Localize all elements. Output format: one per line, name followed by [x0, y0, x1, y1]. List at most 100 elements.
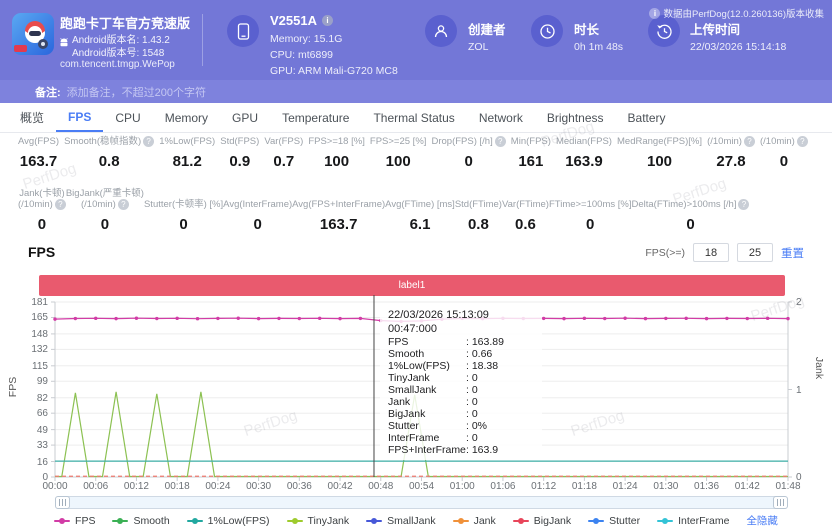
stat-value: 163.7: [320, 216, 358, 233]
y-tick-label: 115: [16, 361, 48, 372]
hide-all-link[interactable]: 全隐藏: [746, 513, 778, 528]
help-icon[interactable]: ?: [797, 136, 808, 147]
stat-label: Min(FPS): [511, 136, 551, 147]
device-memory: Memory: 15.1G: [270, 33, 342, 45]
tab-temperature[interactable]: Temperature: [270, 103, 361, 132]
x-tick-label: 00:12: [124, 481, 149, 492]
app-name: 跑跑卡丁车官方竞速版: [60, 13, 190, 32]
fps-filter-label: FPS(>=): [645, 247, 685, 259]
help-icon[interactable]: ?: [738, 199, 749, 210]
tab-概览[interactable]: 概览: [8, 103, 56, 132]
tab-gpu[interactable]: GPU: [220, 103, 270, 132]
chart-label-bar[interactable]: label1: [39, 275, 785, 296]
device-gpu: GPU: ARM Mali-G720 MC8: [270, 65, 398, 77]
x-tick-label: 00:06: [83, 481, 108, 492]
chart-scrollbar[interactable]: [55, 496, 788, 509]
legend-item-smalljank[interactable]: SmallJank: [366, 515, 435, 527]
x-tick-label: 00:48: [368, 481, 393, 492]
stat-item: MedRange(FPS)[%]100: [617, 136, 702, 170]
legend-marker: [453, 517, 469, 525]
x-tick-label: 00:00: [42, 481, 67, 492]
stat-value: 27.8: [716, 153, 745, 170]
legend-item-smooth[interactable]: Smooth: [112, 515, 169, 527]
y-tick-label: 148: [16, 329, 48, 340]
stat-item: Avg(FPS+InterFrame) 163.7: [292, 188, 385, 233]
scrollbar-left-handle[interactable]: [55, 496, 70, 509]
note-bar[interactable]: 备注: 添加备注，不超过200个字符: [0, 80, 832, 103]
legend-label: Jank: [474, 515, 496, 527]
stat-label: Avg(InterFrame): [223, 199, 292, 210]
stat-item: Var(FPS)0.7: [264, 136, 303, 170]
y-tick-label: 132: [16, 344, 48, 355]
legend-item-jank[interactable]: Jank: [453, 515, 496, 527]
device-info-icon[interactable]: i: [322, 15, 333, 26]
tab-fps[interactable]: FPS: [56, 103, 103, 132]
tab-network[interactable]: Network: [467, 103, 535, 132]
stat-label: (/10min): [707, 136, 742, 147]
stats-row-1: Avg(FPS)163.7Smooth(稳帧指数)?0.81%Low(FPS)8…: [0, 136, 832, 170]
y-tick-label: 165: [16, 312, 48, 323]
stat-item: BigJank(严重卡顿)(/10min)?0: [66, 188, 144, 233]
upload-time-value: 22/03/2026 15:14:18: [690, 41, 786, 53]
fps-threshold-input-2[interactable]: [737, 243, 773, 262]
legend-marker: [657, 517, 673, 525]
help-icon[interactable]: ?: [744, 136, 755, 147]
stat-value: 0: [179, 216, 187, 233]
duration-value: 0h 1m 48s: [574, 41, 623, 53]
legend-marker: [588, 517, 604, 525]
tab-thermal-status[interactable]: Thermal Status: [361, 103, 466, 132]
stat-label: Std(FTime): [455, 199, 502, 210]
fps-filter-controls: FPS(>=) 重置: [645, 243, 804, 262]
creator-icon: [425, 15, 457, 47]
y-tick-label: 33: [16, 440, 48, 451]
stat-label: Delta(FTime)>100ms [/h]: [632, 199, 737, 210]
scrollbar-right-handle[interactable]: [773, 496, 788, 509]
stat-item: Std(FTime) 0.8: [455, 188, 502, 233]
stat-value: 0: [780, 153, 788, 170]
y-tick-label: 181: [16, 297, 48, 308]
stat-item: Std(FPS)0.9: [220, 136, 259, 170]
help-icon[interactable]: ?: [143, 136, 154, 147]
stat-value: 0.8: [468, 216, 489, 233]
stat-label: Avg(FPS+InterFrame): [292, 199, 385, 210]
x-tick-label: 00:30: [246, 481, 271, 492]
app-package: com.tencent.tmgp.WePop: [60, 59, 175, 70]
reset-button[interactable]: 重置: [781, 245, 804, 261]
stat-value: 163.7: [20, 153, 58, 170]
legend-item-fps[interactable]: FPS: [54, 515, 95, 527]
y-tick-label: 82: [16, 393, 48, 404]
legend-marker: [287, 517, 303, 525]
stat-label: FPS>=25 [%]: [370, 136, 427, 147]
tab-brightness[interactable]: Brightness: [535, 103, 616, 132]
help-icon[interactable]: ?: [118, 199, 129, 210]
legend-marker: [513, 517, 529, 525]
stats-row-2: Jank(卡顿)(/10min)?0BigJank(严重卡顿)(/10min)?…: [0, 188, 832, 233]
stat-value: 100: [386, 153, 411, 170]
x-tick-label: 00:54: [409, 481, 434, 492]
legend-item-tinyjank[interactable]: TinyJank: [287, 515, 350, 527]
legend-item-interframe[interactable]: InterFrame: [657, 515, 729, 527]
legend-marker: [112, 517, 128, 525]
stat-item: FTime>=100ms [%]0: [549, 188, 632, 233]
stat-label: (/10min): [18, 199, 53, 210]
legend-item-bigjank[interactable]: BigJank: [513, 515, 571, 527]
stat-item: Jank(卡顿)(/10min)?0: [18, 188, 66, 233]
tab-cpu[interactable]: CPU: [103, 103, 152, 132]
legend-item-stutter[interactable]: Stutter: [588, 515, 640, 527]
x-tick-label: 01:48: [775, 481, 800, 492]
stat-label: Std(FPS): [220, 136, 259, 147]
legend-label: Stutter: [609, 515, 640, 527]
stat-item: Drop(FPS) [/h]?0: [431, 136, 505, 170]
stat-item: Smooth(稳帧指数)?0.8: [64, 136, 154, 170]
tab-battery[interactable]: Battery: [616, 103, 678, 132]
legend-label: TinyJank: [308, 515, 350, 527]
stat-item: (/10min)? 27.8: [707, 136, 755, 170]
app-icon: [12, 13, 54, 55]
help-icon[interactable]: ?: [55, 199, 66, 210]
help-icon[interactable]: ?: [495, 136, 506, 147]
stat-value: 100: [647, 153, 672, 170]
tab-memory[interactable]: Memory: [153, 103, 220, 132]
upload-time-label: 上传时间: [690, 19, 740, 38]
legend-item-1-low-fps-[interactable]: 1%Low(FPS): [187, 515, 270, 527]
fps-threshold-input-1[interactable]: [693, 243, 729, 262]
